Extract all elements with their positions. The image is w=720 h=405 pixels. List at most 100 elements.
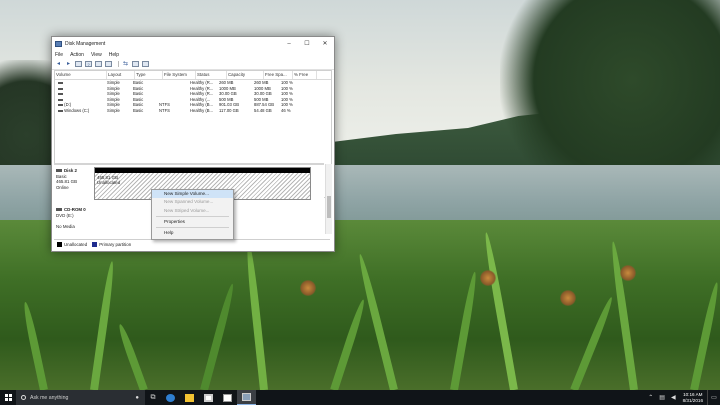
search-box[interactable]: Ask me anything ●	[16, 390, 145, 405]
scrollbar-thumb[interactable]	[327, 196, 331, 218]
microphone-icon[interactable]: ●	[135, 395, 139, 401]
drive-icon	[58, 98, 63, 101]
taskbar: Ask me anything ● ⧉ ⌃ ▤ ◀ 10:16 AM 8/31/…	[0, 390, 720, 405]
disk-2-label[interactable]: Disk 2 Basic 465.81 GB Online	[56, 168, 93, 190]
volume-status: Healthy (R...	[190, 91, 214, 97]
menu-divider	[156, 215, 229, 217]
column-header-status[interactable]: Status	[196, 71, 227, 79]
column-header-free-space[interactable]: Free Spa...	[264, 71, 293, 79]
table-row[interactable]: Simple Basic Healthy (... 500 MB 500 MB …	[55, 97, 331, 103]
menu-view[interactable]: View	[91, 52, 102, 58]
volume-percent-free: 100 %	[281, 102, 293, 108]
column-header-file-system[interactable]: File System	[163, 71, 196, 79]
menu-item-new-simple-volume[interactable]: New Simple Volume...	[152, 190, 233, 199]
disk-name: Disk 2	[64, 168, 77, 173]
volume-type: Basic	[133, 96, 144, 102]
volume-free-space: 54.48 GB	[254, 107, 272, 113]
help-icon[interactable]	[95, 61, 102, 67]
table-row[interactable]: Simple Basic Healthy (R... 260 MB 260 MB…	[55, 80, 331, 86]
volume-free-space: 1000 MB	[254, 85, 271, 91]
volume-free-space: 30.00 GB	[254, 91, 272, 97]
menu-file[interactable]: File	[55, 52, 63, 58]
maximize-button[interactable]: ☐	[298, 40, 316, 47]
clock-time: 10:16 AM	[683, 392, 703, 397]
action-center-icon[interactable]: ▭	[707, 390, 720, 405]
legend-bar: Unallocated Primary partition	[54, 239, 330, 249]
volume-free-space: 500 MB	[254, 96, 269, 102]
hard-disk-icon	[56, 169, 62, 173]
edge-icon[interactable]	[161, 390, 180, 405]
column-header-volume[interactable]: Volume	[55, 71, 107, 79]
toolbar-divider	[118, 61, 119, 67]
volume-status: Healthy (B...	[190, 102, 214, 108]
task-view-icon[interactable]: ⧉	[145, 394, 161, 402]
properties-icon[interactable]: ?	[85, 61, 92, 67]
menu-action[interactable]: Action	[70, 52, 84, 58]
cd-rom-0-label[interactable]: CD-ROM 0 DVD (E:) No Media	[56, 207, 93, 229]
volume-percent-free: 46 %	[281, 107, 291, 113]
volume-file-system: NTFS	[159, 102, 170, 108]
volume-name: Windows (C:)	[64, 107, 90, 113]
volume-status: Healthy (...	[190, 96, 211, 102]
volume-status: Healthy (R...	[190, 85, 214, 91]
disk-management-taskbar-icon[interactable]	[237, 390, 256, 405]
menu-item-new-spanned-volume[interactable]: New Spanned Volume...	[152, 198, 233, 206]
disk-list-icon[interactable]	[75, 61, 82, 67]
volume-icon[interactable]: ◀	[671, 394, 676, 401]
volume-name: (D:)	[64, 102, 72, 108]
connect-icon[interactable]: ⇆	[122, 61, 129, 67]
refresh-icon[interactable]	[142, 61, 149, 67]
volume-type: Basic	[133, 91, 144, 97]
volume-status: Healthy (R...	[190, 80, 214, 86]
file-explorer-icon[interactable]	[180, 390, 199, 405]
minimize-button[interactable]: –	[280, 41, 298, 47]
menu-item-properties[interactable]: Properties	[152, 218, 233, 226]
close-button[interactable]: ✕	[316, 40, 334, 47]
drive-icon	[58, 93, 63, 96]
volume-type: Basic	[133, 85, 144, 91]
menu-bar: File Action View Help	[52, 50, 334, 59]
disk-pane-scrollbar[interactable]	[325, 164, 332, 234]
volume-capacity: 901.03 GB	[219, 102, 240, 108]
photos-icon[interactable]	[218, 390, 237, 405]
menu-item-new-striped-volume[interactable]: New Striped Volume...	[152, 207, 233, 215]
title-bar[interactable]: Disk Management – ☐ ✕	[52, 37, 334, 50]
cortana-icon	[21, 395, 26, 400]
clock-date: 8/31/2016	[682, 397, 703, 403]
toolbar: ◂ ▸ ? ⇆	[52, 59, 334, 70]
clock[interactable]: 10:16 AM 8/31/2016	[683, 392, 703, 403]
network-icon[interactable]: ▤	[659, 394, 665, 401]
cdrom-media: No Media	[56, 223, 75, 229]
menu-help[interactable]: Help	[109, 52, 119, 58]
volume-file-system: NTFS	[159, 107, 170, 113]
disk-management-app-icon	[55, 40, 62, 47]
volume-type: Basic	[133, 107, 144, 113]
table-row[interactable]: Simple Basic Healthy (R... 1000 MB 1000 …	[55, 86, 331, 92]
start-button[interactable]	[0, 390, 16, 405]
menu-item-help[interactable]: Help	[152, 229, 233, 237]
volume-percent-free: 100 %	[281, 85, 293, 91]
volume-capacity: 117.00 GB	[219, 107, 239, 113]
volume-free-space: 260 MB	[254, 80, 269, 86]
cdrom-name: CD-ROM 0	[64, 207, 86, 212]
volume-capacity: 260 MB	[219, 80, 234, 86]
volume-capacity: 1000 MB	[219, 85, 236, 91]
volume-percent-free: 100 %	[281, 91, 293, 97]
table-row[interactable]: (D:) Simple Basic NTFS Healthy (B... 901…	[55, 102, 331, 108]
column-header-percent-free[interactable]: % Free	[293, 71, 317, 79]
table-row[interactable]: Simple Basic Healthy (R... 30.00 GB 30.0…	[55, 91, 331, 97]
column-header-type[interactable]: Type	[135, 71, 163, 79]
settings-icon[interactable]	[132, 61, 139, 67]
show-hidden-icons-icon[interactable]: ⌃	[648, 394, 653, 401]
forward-arrow-icon[interactable]: ▸	[65, 61, 72, 67]
table-row[interactable]: Windows (C:) Simple Basic NTFS Healthy (…	[55, 108, 331, 114]
column-header-layout[interactable]: Layout	[107, 71, 135, 79]
back-arrow-icon[interactable]: ◂	[55, 61, 62, 67]
store-icon[interactable]	[199, 390, 218, 405]
drive-icon	[58, 109, 63, 112]
drive-icon	[58, 104, 63, 107]
column-header-capacity[interactable]: Capacity	[227, 71, 264, 79]
console-tree-icon[interactable]	[105, 61, 112, 67]
volume-percent-free: 100 %	[281, 80, 293, 86]
menu-divider	[156, 227, 229, 229]
